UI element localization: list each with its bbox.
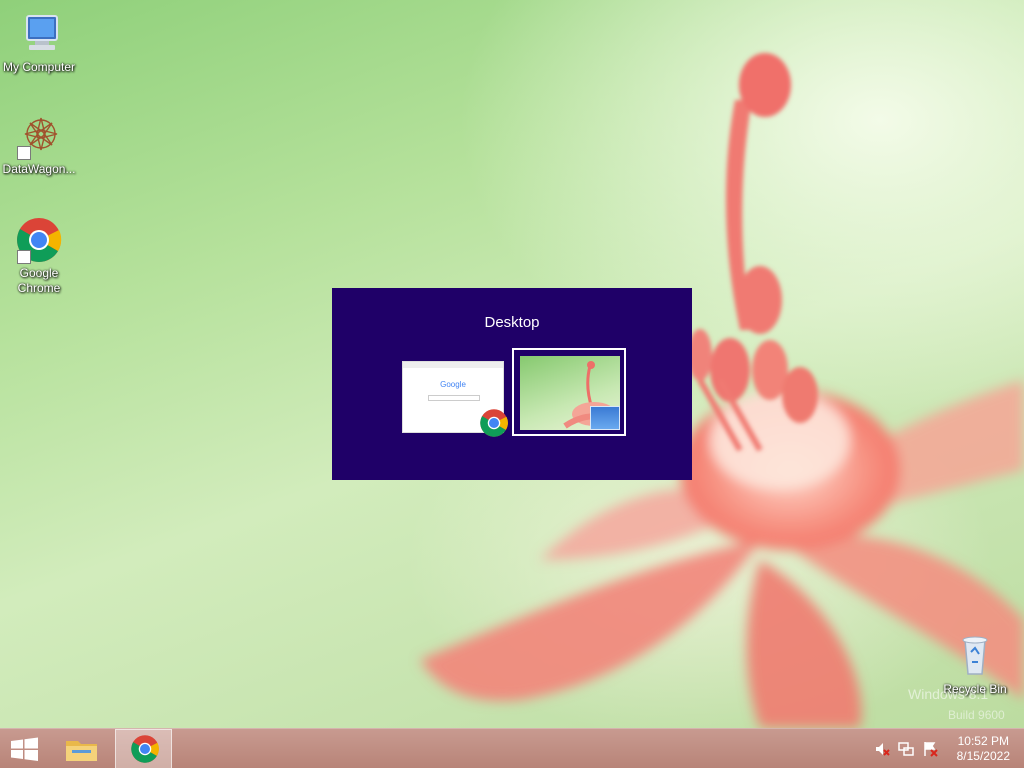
browser-tabbar — [403, 362, 503, 368]
network-icon[interactable] — [898, 741, 914, 757]
thumb-search-box — [428, 395, 480, 401]
desktop-background[interactable]: My Computer DataWagon... Google Chrome R… — [0, 0, 1024, 728]
task-switcher-title: Desktop — [484, 314, 540, 331]
clock-time: 10:52 PM — [957, 734, 1009, 748]
desktop-icon-datawagon[interactable]: DataWagon... — [0, 112, 78, 177]
chrome-icon — [15, 216, 63, 264]
datawagon-icon — [15, 112, 63, 160]
chrome-icon — [479, 408, 509, 438]
desktop-icon-label: DataWagon... — [2, 162, 76, 176]
switcher-item-desktop[interactable] — [512, 348, 626, 436]
taskbar-clock[interactable]: 10:52 PM 8/15/2022 — [957, 734, 1010, 764]
taskbar-file-explorer[interactable] — [56, 729, 112, 769]
desktop-icon-label: My Computer — [2, 60, 76, 74]
recycle-bin-icon — [951, 632, 999, 680]
start-button[interactable] — [0, 729, 56, 769]
speaker-muted-icon[interactable] — [874, 741, 890, 757]
desktop-icon-my-computer[interactable]: My Computer — [0, 10, 78, 75]
folder-icon — [66, 741, 97, 761]
desktop-thumbnail — [520, 356, 620, 430]
chrome-icon — [131, 735, 159, 763]
computer-icon — [15, 10, 63, 58]
task-switcher: Desktop Google — [332, 288, 692, 480]
desktop-icon-google-chrome[interactable]: Google Chrome — [0, 216, 78, 296]
action-center-icon[interactable] — [922, 741, 938, 757]
taskbar: 10:52 PM 8/15/2022 — [0, 728, 1024, 769]
clock-date: 8/15/2022 — [956, 749, 1010, 763]
shortcut-arrow-icon — [17, 146, 31, 160]
shortcut-arrow-icon — [17, 250, 31, 264]
desktop-icon — [590, 406, 620, 430]
windows-watermark: Windows 8.1 — [908, 686, 989, 702]
desktop-icon-label: Google Chrome — [17, 266, 61, 295]
switcher-item-chrome[interactable]: Google — [402, 361, 508, 437]
windows-build-watermark: Build 9600 — [948, 708, 1005, 722]
windows-start-icon — [11, 737, 38, 761]
taskbar-google-chrome[interactable] — [115, 729, 172, 769]
thumb-google-logo: Google — [440, 380, 466, 389]
